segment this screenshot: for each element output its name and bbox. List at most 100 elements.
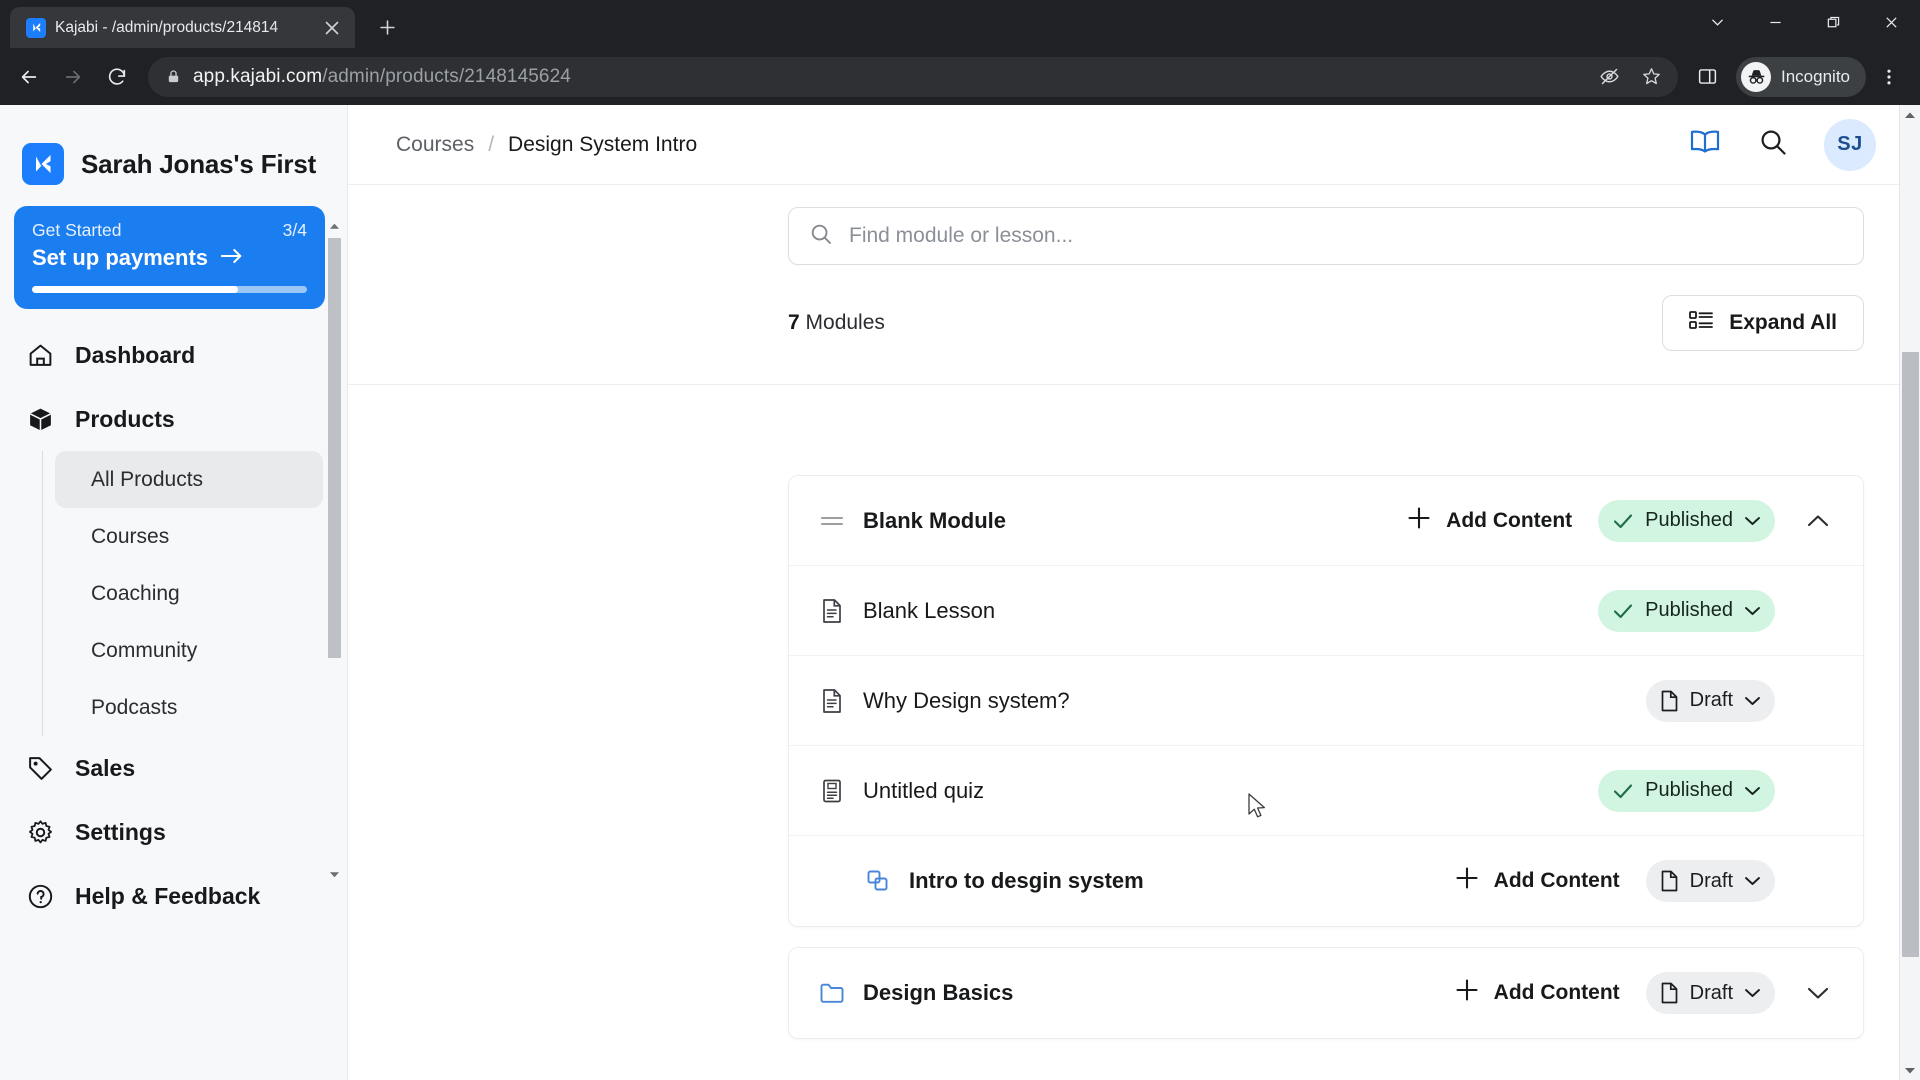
sidebar-item-community[interactable]: Community xyxy=(55,622,323,679)
sidebar-item-sales[interactable]: Sales xyxy=(0,736,347,800)
sidebar-item-settings[interactable]: Settings xyxy=(0,800,347,864)
sidebar-subitem-label: Podcasts xyxy=(91,695,178,719)
add-content-label: Add Content xyxy=(1493,869,1620,892)
module-row[interactable]: Why Design system? Draft xyxy=(789,656,1863,746)
search-icon[interactable] xyxy=(1758,127,1788,162)
question-circle-icon xyxy=(26,883,55,910)
sidebar-item-help-feedback[interactable]: Help & Feedback xyxy=(0,864,347,928)
sidebar-scroll-track[interactable] xyxy=(328,234,341,867)
add-content-button[interactable]: Add Content xyxy=(1454,977,1620,1009)
status-badge-label: Draft xyxy=(1689,981,1733,1004)
module-count-label: Modules xyxy=(805,311,885,334)
tab-title: Kajabi - /admin/products/214814 xyxy=(55,18,279,36)
eye-off-icon[interactable] xyxy=(1590,58,1628,96)
module-row[interactable]: Blank Module Add Content Published xyxy=(789,476,1863,566)
file-icon xyxy=(1660,870,1679,892)
lock-icon xyxy=(166,69,181,84)
content-scroll-region: Find module or lesson... 7 Modules Expan… xyxy=(348,185,1920,1080)
close-window-button[interactable] xyxy=(1862,0,1920,44)
breadcrumb-courses[interactable]: Courses xyxy=(396,133,474,157)
page-scrollbar[interactable] xyxy=(1899,105,1920,1080)
drag-handle-icon[interactable] xyxy=(817,512,847,530)
chevron-up-icon[interactable] xyxy=(1801,513,1835,529)
page-scroll-thumb[interactable] xyxy=(1901,352,1919,957)
incognito-icon xyxy=(1741,61,1771,92)
book-icon[interactable] xyxy=(1688,127,1722,162)
module-row[interactable]: Intro to desgin system Add Content Draft xyxy=(789,836,1863,926)
app-header-actions: SJ xyxy=(1688,118,1876,171)
browser-chrome: Kajabi - /admin/products/214814 app.kaja… xyxy=(0,0,1920,105)
close-icon[interactable] xyxy=(321,17,343,39)
status-badge[interactable]: Published xyxy=(1598,589,1775,632)
module-row-title: Blank Lesson xyxy=(863,597,996,623)
brand-header[interactable]: Sarah Jonas's First xyxy=(0,105,347,197)
maximize-button[interactable] xyxy=(1804,0,1862,44)
get-started-top: Get Started 3/4 xyxy=(32,220,307,241)
browser-toolbar: app.kajabi.com/admin/products/2148145624… xyxy=(0,48,1920,105)
sidebar-item-dashboard[interactable]: Dashboard xyxy=(0,323,347,387)
avatar[interactable]: SJ xyxy=(1824,118,1876,171)
module-row-title: Blank Module xyxy=(863,507,1007,533)
reload-icon[interactable] xyxy=(96,56,138,98)
expand-all-button[interactable]: Expand All xyxy=(1662,295,1864,351)
arrow-right-icon xyxy=(220,245,244,271)
status-badge[interactable]: Published xyxy=(1598,769,1775,812)
module-row[interactable]: Blank Lesson Published xyxy=(789,566,1863,656)
tab-search-button[interactable] xyxy=(1688,0,1746,44)
chevron-down-icon[interactable] xyxy=(1801,985,1835,1001)
arrow-left-icon[interactable] xyxy=(8,56,50,98)
sidebar-item-all-products[interactable]: All Products xyxy=(55,451,323,508)
sidebar-item-coaching[interactable]: Coaching xyxy=(55,565,323,622)
section-divider xyxy=(348,384,1920,385)
sidebar-scrollbar[interactable] xyxy=(326,218,343,883)
profile-incognito-button[interactable]: Incognito xyxy=(1736,56,1866,97)
get-started-card[interactable]: Get Started 3/4 Set up payments xyxy=(14,206,325,309)
scroll-up-icon[interactable] xyxy=(329,218,340,234)
add-content-button[interactable]: Add Content xyxy=(1406,505,1572,537)
search-input[interactable]: Find module or lesson... xyxy=(788,207,1864,265)
sidebar-item-products[interactable]: Products xyxy=(0,387,347,451)
status-badge[interactable]: Published xyxy=(1598,499,1775,542)
status-badge-label: Draft xyxy=(1689,689,1733,711)
sidebar-item-podcasts[interactable]: Podcasts xyxy=(55,679,323,736)
kajabi-logo-icon xyxy=(26,17,46,38)
profile-label: Incognito xyxy=(1781,66,1850,86)
plus-icon xyxy=(1454,865,1480,897)
sidebar-scroll-thumb[interactable] xyxy=(328,238,341,658)
status-badge[interactable]: Draft xyxy=(1645,972,1775,1014)
star-icon[interactable] xyxy=(1632,58,1670,96)
scroll-down-icon[interactable] xyxy=(329,867,340,883)
omnibox-actions xyxy=(1590,58,1670,96)
page-scroll-track[interactable] xyxy=(1901,124,1919,1061)
url-path: /admin/products/2148145624 xyxy=(322,65,571,87)
get-started-action[interactable]: Set up payments xyxy=(32,245,307,271)
module-row[interactable]: Design Basics Add Content Draft xyxy=(789,948,1863,1038)
address-bar[interactable]: app.kajabi.com/admin/products/2148145624 xyxy=(148,56,1678,97)
box-icon xyxy=(26,406,55,433)
expand-all-label: Expand All xyxy=(1729,311,1837,334)
module-row[interactable]: Untitled quiz Published xyxy=(789,746,1863,836)
plus-icon xyxy=(1406,505,1432,537)
scroll-down-icon[interactable] xyxy=(1904,1061,1916,1080)
sidebar-item-courses[interactable]: Courses xyxy=(55,508,323,565)
quiz-icon xyxy=(817,778,847,804)
scroll-up-icon[interactable] xyxy=(1904,105,1916,124)
side-panel-icon[interactable] xyxy=(1686,56,1728,98)
status-badge[interactable]: Draft xyxy=(1645,860,1775,902)
minimize-button[interactable] xyxy=(1746,0,1804,44)
sidebar-subitem-label: All Products xyxy=(91,467,204,491)
add-content-button[interactable]: Add Content xyxy=(1454,865,1620,897)
browser-tab[interactable]: Kajabi - /admin/products/214814 xyxy=(10,7,355,48)
status-badge[interactable]: Draft xyxy=(1645,679,1775,722)
plus-icon xyxy=(1454,977,1480,1009)
check-icon xyxy=(1612,511,1634,531)
sidebar-item-label: Dashboard xyxy=(75,341,196,368)
search-icon xyxy=(809,222,833,251)
three-dots-icon[interactable] xyxy=(1868,56,1910,98)
module-row-actions: Add Content Published xyxy=(1406,499,1835,542)
search-placeholder: Find module or lesson... xyxy=(849,224,1074,247)
chevron-down-icon xyxy=(1744,987,1761,999)
kajabi-logo-icon xyxy=(22,143,64,185)
new-tab-button[interactable] xyxy=(369,9,405,45)
brand-name: Sarah Jonas's First xyxy=(81,148,317,179)
